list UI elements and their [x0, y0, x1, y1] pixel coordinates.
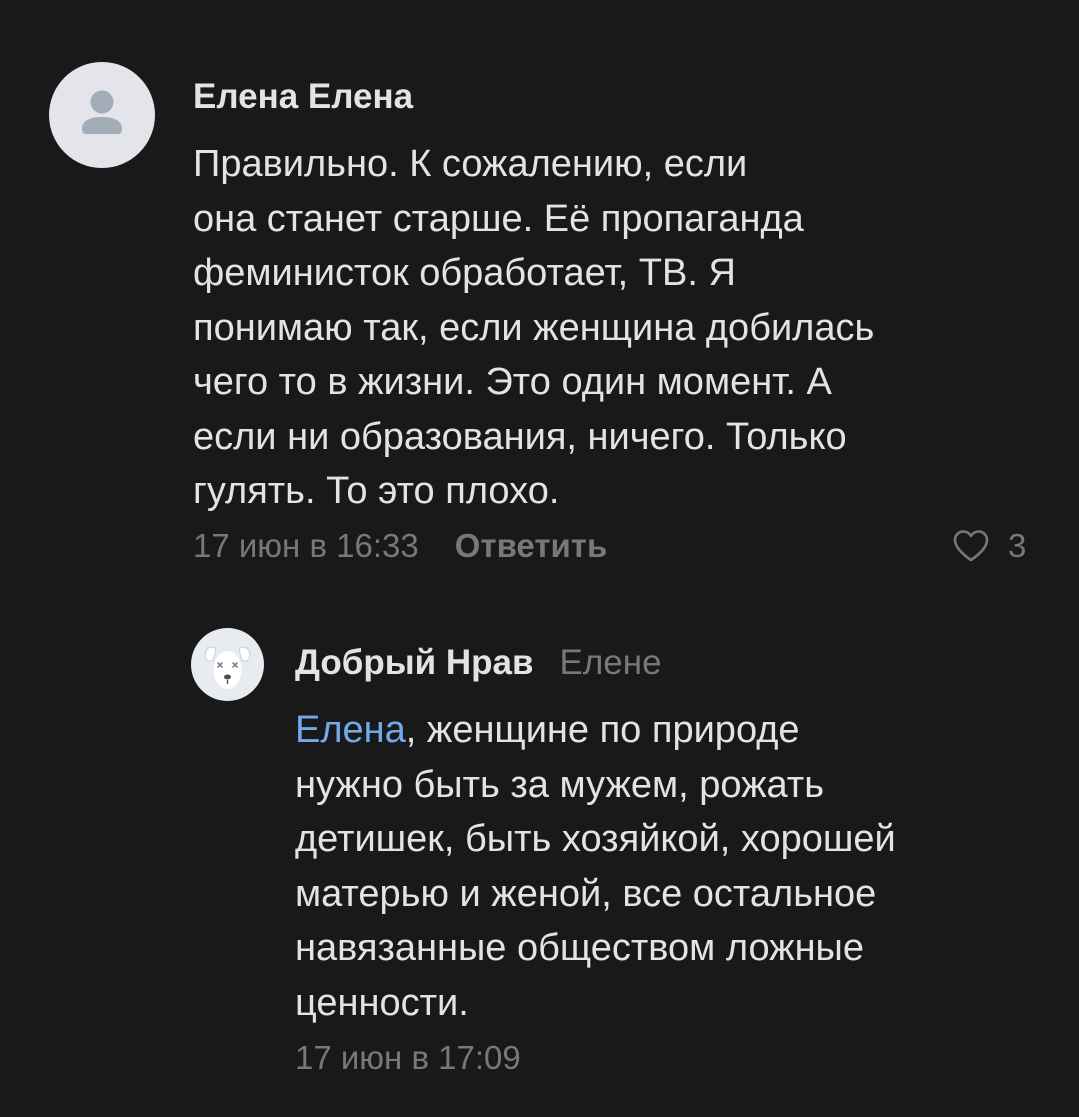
- avatar[interactable]: [49, 62, 155, 168]
- comment-date[interactable]: 17 июн в 16:33: [193, 527, 419, 564]
- comment-meta: 17 июн в 16:33 Ответить: [193, 524, 607, 568]
- comment-text-line: если ни образования, ничего. Только: [193, 415, 847, 458]
- heart-icon: [953, 530, 989, 562]
- mention-link[interactable]: Елена: [295, 709, 406, 751]
- comment-text-fragment: , женщине по природе: [405, 709, 800, 751]
- comment-text: Правильно. К сожалению, если она станет …: [193, 137, 1043, 519]
- avatar[interactable]: [191, 628, 264, 701]
- reply-to-label[interactable]: Елене: [560, 643, 662, 682]
- deactivated-dog-icon: [204, 646, 251, 689]
- reply-button[interactable]: Ответить: [455, 527, 608, 564]
- comment-text-line: Правильно. К сожалению, если: [193, 143, 748, 185]
- user-placeholder-icon: [82, 90, 122, 134]
- comment-text-line: чего то в жизни. Это один момент. А: [193, 361, 832, 403]
- comment-date[interactable]: 17 июн в 17:09: [295, 1036, 521, 1080]
- comment-text-line: детишек, быть хозяйкой, хорошей: [295, 818, 896, 860]
- comment-1: Елена Елена Правильно. К сожалению, если…: [0, 0, 1079, 600]
- comment-text-line: нужно быть за мужем, рожать: [295, 763, 824, 806]
- comment-author[interactable]: Добрый Нрав: [295, 643, 534, 682]
- comment-text-line: ценности.: [295, 981, 469, 1024]
- like-button[interactable]: 3: [952, 524, 1026, 568]
- like-count: 3: [1008, 527, 1027, 564]
- comment-text-line: понимаю так, если женщина добилась: [193, 306, 875, 349]
- comment-text-line: Елена, женщине по природе: [295, 703, 1055, 758]
- comment-author[interactable]: Елена Елена: [193, 77, 413, 117]
- reply-header: Добрый Нрав Елене: [295, 642, 662, 684]
- comment-text-line: матерью и женой, все остальное: [295, 872, 877, 915]
- comment-text-line: она станет старше. Её пропаганда: [193, 197, 804, 240]
- comment-text-line: гулять. То это плохо.: [193, 470, 560, 512]
- comment-text-line: феминисток обработает, ТВ. Я: [193, 252, 736, 294]
- comment-text-line: навязанные обществом ложные: [295, 927, 864, 969]
- comment-text: Елена, женщине по природе нужно быть за …: [295, 703, 1055, 1030]
